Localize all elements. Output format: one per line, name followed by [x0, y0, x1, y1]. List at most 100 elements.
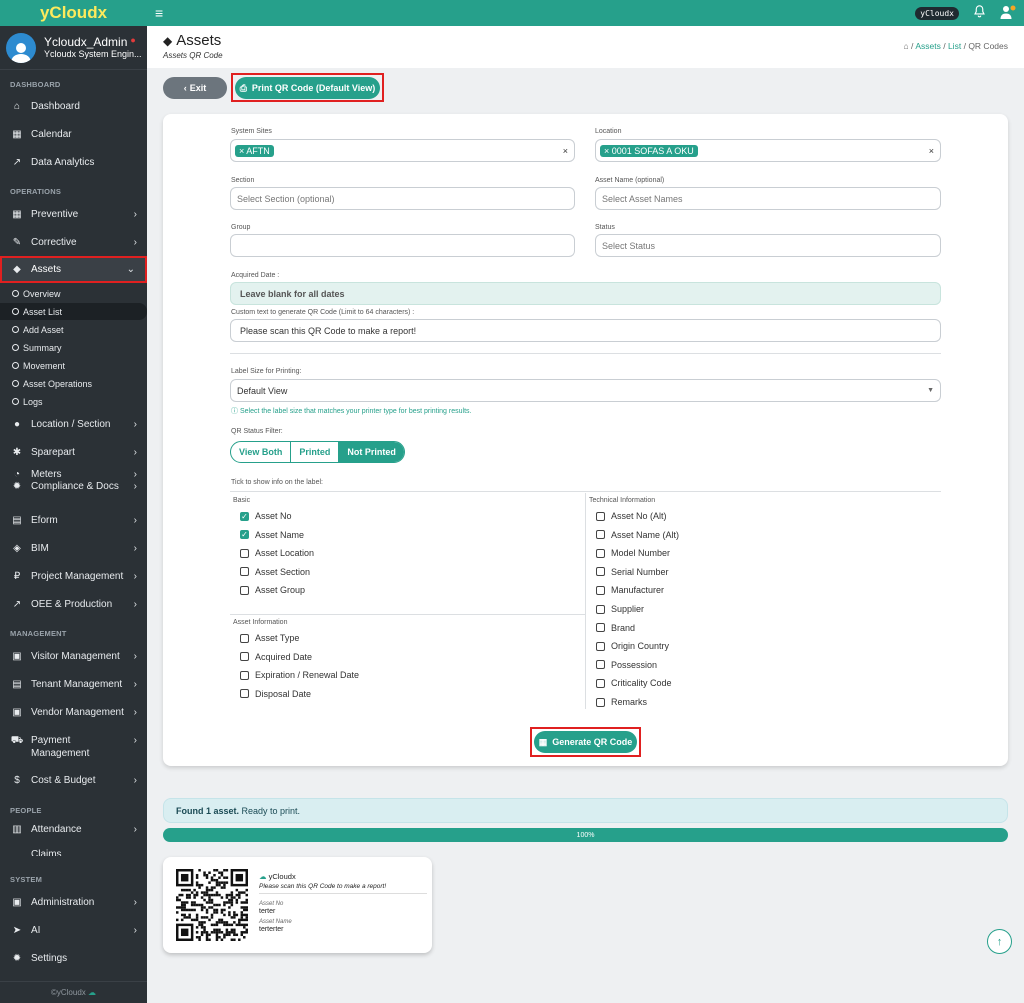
checkbox-icon[interactable]: [240, 585, 249, 595]
status-select[interactable]: Select Status: [595, 234, 941, 257]
checkbox-possession[interactable]: Possession: [596, 660, 657, 670]
sidebar-item-calendar[interactable]: ▦ Calendar: [0, 121, 147, 147]
checkbox-origin-country[interactable]: Origin Country: [596, 641, 669, 651]
sidebar-item-eform[interactable]: ▤ Eform ›: [0, 507, 147, 533]
checkbox-remarks[interactable]: Remarks: [596, 697, 647, 707]
filter-not-printed[interactable]: Not Printed: [339, 442, 404, 462]
breadcrumb-assets[interactable]: Assets: [915, 41, 941, 51]
sidebar-item-vendor[interactable]: ▣ Vendor Management ›: [0, 699, 147, 725]
bell-icon[interactable]: [973, 5, 986, 21]
checkbox-icon[interactable]: [596, 567, 605, 577]
sidebar-subitem-asset-operations[interactable]: Asset Operations: [0, 375, 147, 392]
checkbox-disposal-date[interactable]: Disposal Date: [240, 689, 311, 699]
sidebar-subitem-overview[interactable]: Overview: [0, 285, 147, 302]
group-select[interactable]: [230, 234, 575, 257]
filter-printed[interactable]: Printed: [291, 442, 340, 462]
sidebar-item-location[interactable]: ● Location / Section ›: [0, 411, 147, 437]
location-select[interactable]: × 0001 SOFAS A OKU ×: [595, 139, 941, 162]
brand-logo[interactable]: yCloudx: [0, 0, 147, 26]
sidebar-subitem-add-asset[interactable]: Add Asset: [0, 321, 147, 338]
checkbox-asset-no[interactable]: ✓ Asset No: [240, 511, 292, 521]
sidebar-item-corrective[interactable]: ✎ Corrective ›: [0, 229, 147, 255]
sidebar-item-tenant[interactable]: ▤ Tenant Management ›: [0, 671, 147, 697]
checkbox-acquired-date[interactable]: Acquired Date: [240, 652, 312, 662]
sidebar-subitem-asset-list[interactable]: Asset List: [0, 303, 147, 320]
sidebar-item-bim[interactable]: ◈ BIM ›: [0, 535, 147, 561]
breadcrumb-list[interactable]: List: [948, 41, 961, 51]
sidebar-item-project[interactable]: ₽ Project Management ›: [0, 563, 147, 589]
checkbox-asset-type[interactable]: Asset Type: [240, 633, 299, 643]
sidebar-item-payment[interactable]: ⛟ Payment Management ›: [0, 733, 147, 761]
sidebar-item-attendance[interactable]: ▥ Attendance ›: [0, 819, 147, 839]
location-chip[interactable]: × 0001 SOFAS A OKU: [600, 144, 698, 157]
checkbox-icon[interactable]: [596, 678, 605, 688]
label-size-select[interactable]: Default View ▼: [230, 379, 941, 402]
section-select[interactable]: Select Section (optional): [230, 187, 575, 210]
sidebar-subitem-summary[interactable]: Summary: [0, 339, 147, 356]
sidebar-item-visitor[interactable]: ▣ Visitor Management ›: [0, 643, 147, 669]
scroll-to-top-button[interactable]: ↑: [987, 929, 1012, 954]
sidebar-item-settings[interactable]: ✹ Settings: [0, 945, 147, 971]
sidebar-item-ai[interactable]: ➤ AI ›: [0, 917, 147, 943]
filter-view-both[interactable]: View Both: [231, 442, 292, 462]
home-icon[interactable]: ⌂: [904, 41, 909, 51]
user-panel[interactable]: Ycloudx_Admin ● Ycloudx System Engin...: [0, 26, 147, 70]
checkbox-icon[interactable]: [596, 660, 605, 670]
checkbox-asset-no-alt-[interactable]: Asset No (Alt): [596, 511, 667, 521]
checkbox-icon[interactable]: [596, 548, 605, 558]
sidebar-item-cost[interactable]: $ Cost & Budget ›: [0, 767, 147, 793]
clear-icon[interactable]: ×: [563, 146, 568, 156]
checkbox-icon[interactable]: [596, 641, 605, 651]
sidebar-subitem-movement[interactable]: Movement: [0, 357, 147, 374]
checkbox-checked-icon[interactable]: ✓: [240, 511, 249, 521]
sites-select[interactable]: × AFTN ×: [230, 139, 575, 162]
generate-qr-button[interactable]: ▦ Generate QR Code: [534, 731, 637, 753]
checkbox-icon[interactable]: [596, 604, 605, 614]
checkbox-asset-group[interactable]: Asset Group: [240, 585, 305, 595]
checkbox-expiration-renewal-date[interactable]: Expiration / Renewal Date: [240, 670, 359, 680]
checkbox-icon[interactable]: [240, 670, 249, 680]
checkbox-icon[interactable]: [596, 530, 605, 540]
sidebar-item-claims[interactable]: Claims: [0, 842, 147, 856]
sidebar-item-preventive[interactable]: ▦ Preventive ›: [0, 201, 147, 227]
checkbox-icon[interactable]: [596, 511, 605, 521]
checkbox-manufacturer[interactable]: Manufacturer: [596, 585, 664, 595]
checkbox-brand[interactable]: Brand: [596, 623, 635, 633]
checkbox-asset-location[interactable]: Asset Location: [240, 548, 314, 558]
checkbox-checked-icon[interactable]: ✓: [240, 530, 249, 540]
checkbox-model-number[interactable]: Model Number: [596, 548, 670, 558]
asset-name-select[interactable]: Select Asset Names: [595, 187, 941, 210]
checkbox-label: Asset Location: [255, 548, 315, 559]
checkbox-icon[interactable]: [240, 567, 249, 577]
sidebar-item-dashboard[interactable]: ⌂ Dashboard: [0, 93, 147, 119]
checkbox-supplier[interactable]: Supplier: [596, 604, 644, 614]
hamburger-menu-icon[interactable]: ≡: [155, 5, 163, 21]
checkbox-icon[interactable]: [240, 633, 249, 643]
checkbox-asset-name[interactable]: ✓ Asset Name: [240, 530, 304, 540]
custom-text-input[interactable]: Please scan this QR Code to make a repor…: [230, 319, 941, 342]
sites-chip[interactable]: × AFTN: [235, 144, 274, 157]
checkbox-icon[interactable]: [596, 697, 605, 707]
sidebar-item-compliance[interactable]: ✹ Compliance & Docs ›: [0, 479, 147, 493]
acquired-date-input[interactable]: Leave blank for all dates: [230, 282, 941, 305]
sidebar-item-analytics[interactable]: ↗ Data Analytics: [0, 149, 147, 175]
checkbox-criticality-code[interactable]: Criticality Code: [596, 678, 672, 688]
checkbox-icon[interactable]: [240, 548, 249, 558]
checkbox-icon[interactable]: [596, 623, 605, 633]
sidebar-item-assets[interactable]: ◆ Assets ⌄: [0, 256, 147, 283]
site-badge[interactable]: yCloudx: [915, 6, 959, 20]
exit-button[interactable]: ‹ Exit: [163, 77, 227, 99]
checkbox-icon[interactable]: [240, 689, 249, 699]
clear-icon[interactable]: ×: [929, 146, 934, 156]
sidebar-item-administration[interactable]: ▣ Administration ›: [0, 889, 147, 915]
sidebar-item-oee[interactable]: ↗ OEE & Production ›: [0, 591, 147, 617]
checkbox-icon[interactable]: [596, 585, 605, 595]
checkbox-icon[interactable]: [240, 652, 249, 662]
checkbox-asset-name-alt-[interactable]: Asset Name (Alt): [596, 530, 679, 540]
sidebar-item-sparepart[interactable]: ✱ Sparepart ›: [0, 439, 147, 465]
checkbox-serial-number[interactable]: Serial Number: [596, 567, 669, 577]
sidebar-subitem-logs[interactable]: Logs: [0, 393, 147, 410]
checkbox-asset-section[interactable]: Asset Section: [240, 567, 310, 577]
user-menu-icon[interactable]: [1000, 5, 1016, 22]
print-qr-button[interactable]: ⎙ Print QR Code (Default View): [235, 77, 380, 99]
